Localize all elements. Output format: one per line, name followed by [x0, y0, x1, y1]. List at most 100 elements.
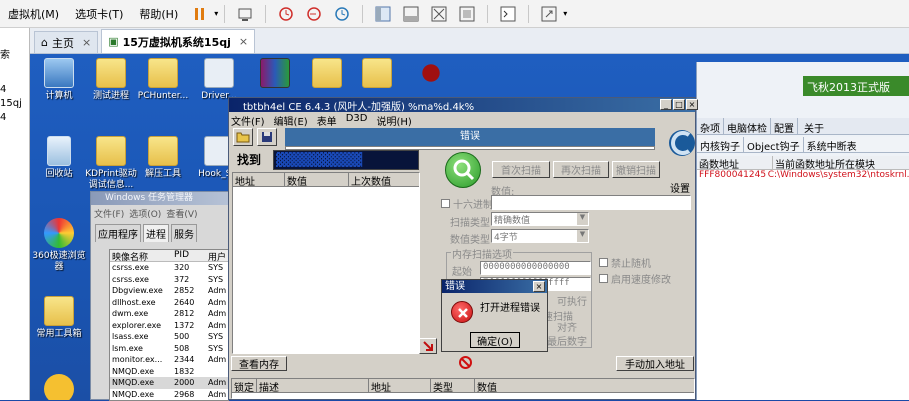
desktop-icon-360-browser[interactable]: 360极速浏览器: [30, 218, 88, 273]
forbidden-icon[interactable]: [459, 356, 472, 369]
unity-icon[interactable]: [458, 5, 476, 23]
desktop-icon-folder-2[interactable]: [348, 58, 406, 91]
send-keys-icon[interactable]: [236, 5, 254, 23]
stretch-icon[interactable]: [540, 5, 558, 23]
tab-object-hook[interactable]: Object钩子: [744, 137, 804, 153]
settings-link[interactable]: 设置: [670, 180, 690, 195]
desktop-icon-recycle-bin[interactable]: 回收站: [30, 136, 88, 180]
sidebar-view-icon[interactable]: [374, 5, 392, 23]
add-address-button[interactable]: 手动加入地址: [616, 356, 694, 371]
start-address-input[interactable]: 0000000000000000: [480, 261, 591, 275]
menu-view[interactable]: 查看(V): [166, 207, 197, 220]
save-button[interactable]: [257, 128, 277, 146]
column-header[interactable]: 描述: [257, 379, 369, 394]
close-icon[interactable]: ×: [82, 36, 91, 49]
close-icon[interactable]: ×: [239, 35, 248, 48]
menu-edit[interactable]: 编辑(E): [274, 113, 308, 128]
open-process-button[interactable]: [233, 128, 253, 146]
chevron-down-icon[interactable]: ▼: [577, 213, 588, 225]
pause-icon[interactable]: [191, 5, 209, 23]
table-row[interactable]: Dbgview.exe 2852 Adm: [110, 285, 228, 297]
table-row[interactable]: dllhost.exe 2640 Adm: [110, 297, 228, 309]
column-header[interactable]: 函数地址: [697, 156, 773, 171]
snapshot-manager-icon[interactable]: [333, 5, 351, 23]
column-header[interactable]: 上次数值: [349, 173, 391, 188]
desktop-icon-chat[interactable]: [30, 374, 88, 400]
library-item[interactable]: 15qj: [0, 98, 22, 109]
minimize-icon[interactable]: _: [660, 99, 672, 110]
next-scan-button[interactable]: 再次扫描: [553, 161, 609, 178]
desktop-icon-test-process[interactable]: 测试进程: [82, 58, 140, 102]
menu-vm[interactable]: 虚拟机(M): [0, 6, 67, 22]
table-row[interactable]: dwm.exe 2812 Adm: [110, 308, 228, 320]
fullscreen-icon[interactable]: [430, 5, 448, 23]
column-header[interactable]: 类型: [431, 379, 475, 394]
table-row[interactable]: lsass.exe 500 SYS: [110, 331, 228, 343]
console-icon[interactable]: [499, 5, 517, 23]
column-header[interactable]: 数值: [475, 379, 497, 394]
menu-file[interactable]: 文件(F): [231, 113, 265, 128]
tab-kernel-hook[interactable]: 内核钩子: [697, 137, 744, 153]
value-input[interactable]: [491, 195, 691, 210]
found-list[interactable]: 地址 数值 上次数值: [232, 172, 420, 354]
column-header[interactable]: 数值: [285, 173, 349, 188]
maximize-icon[interactable]: □: [673, 99, 685, 110]
view-memory-button[interactable]: 查看内存: [231, 356, 287, 371]
library-search-label[interactable]: 索: [0, 46, 10, 61]
snapshot-icon[interactable]: [277, 5, 295, 23]
value-type-select[interactable]: 4字节 ▼: [491, 229, 589, 243]
first-scan-button[interactable]: 首次扫描: [492, 161, 550, 178]
thumbnail-view-icon[interactable]: [402, 5, 420, 23]
table-row[interactable]: csrss.exe 372 SYS: [110, 274, 228, 286]
menu-help[interactable]: 说明(H): [376, 113, 411, 128]
tab-about[interactable]: 关于: [798, 118, 830, 135]
library-item[interactable]: 4: [0, 84, 6, 95]
tab-misc[interactable]: 杂项: [697, 118, 724, 135]
library-item[interactable]: 4: [0, 112, 6, 123]
tab-checkup[interactable]: 电脑体检: [724, 118, 771, 135]
desktop-icon-toolbox[interactable]: 常用工具箱: [30, 296, 88, 340]
column-header[interactable]: 当前函数地址所在模块: [773, 156, 875, 171]
menu-options[interactable]: 选项(O): [129, 207, 161, 220]
ok-button[interactable]: 确定(O): [470, 332, 520, 348]
menu-tabs[interactable]: 选项卡(T): [67, 6, 131, 22]
search-icon[interactable]: [445, 152, 481, 188]
desktop-icon-computer[interactable]: 计算机: [30, 58, 88, 102]
speedhack-checkbox[interactable]: [599, 274, 608, 283]
desktop-icon-bug[interactable]: [402, 58, 460, 91]
desktop-icon-unzip[interactable]: 解压工具: [134, 136, 192, 180]
column-header[interactable]: 用户: [208, 250, 226, 263]
column-header[interactable]: 映像名称: [110, 250, 174, 263]
close-icon[interactable]: ×: [533, 281, 545, 292]
table-row[interactable]: explorer.exe 1372 Adm: [110, 320, 228, 332]
revert-snapshot-icon[interactable]: [305, 5, 323, 23]
desktop-icon-winrar[interactable]: [246, 58, 304, 91]
tab-interrupt-table[interactable]: 系统中断表: [804, 137, 860, 153]
desktop-icon-driver[interactable]: Driver...: [190, 58, 248, 102]
table-row[interactable]: NMQD.exe 2968 Adm: [110, 389, 228, 401]
column-header[interactable]: 锁定: [232, 379, 257, 394]
hex-checkbox[interactable]: [441, 199, 450, 208]
tab-config[interactable]: 配置: [771, 118, 798, 135]
menu-table[interactable]: 表单: [317, 113, 337, 128]
close-icon[interactable]: ×: [686, 99, 698, 110]
table-row[interactable]: FFF800041245F8 C:\Windows\system32\ntosk…: [697, 170, 909, 183]
disable-random-checkbox[interactable]: [599, 258, 608, 267]
column-header[interactable]: PID: [174, 250, 208, 261]
menu-d3d[interactable]: D3D: [346, 113, 368, 128]
column-header[interactable]: 地址: [369, 379, 431, 394]
table-row[interactable]: csrss.exe 320 SYS: [110, 262, 228, 274]
column-header[interactable]: 地址: [233, 173, 285, 188]
tab-processes[interactable]: 进程: [143, 224, 169, 242]
table-row[interactable]: lsm.exe 508 SYS: [110, 343, 228, 355]
cheat-table[interactable]: 锁定 描述 地址 类型 数值: [231, 378, 695, 399]
tab-services[interactable]: 服务: [171, 224, 197, 242]
table-row[interactable]: NMQD.exe 2000 Adm: [110, 377, 228, 389]
tab-vm[interactable]: ▣ 15万虚拟机系统15qj ×: [101, 29, 256, 53]
menu-help[interactable]: 帮助(H): [131, 6, 186, 22]
desktop-icon-kdprint[interactable]: KDPrint驱动调试信息...: [82, 136, 140, 191]
menu-file[interactable]: 文件(F): [94, 207, 124, 220]
table-row[interactable]: monitor.ex... 2344 Adm: [110, 354, 228, 366]
scan-type-select[interactable]: 精确数值 ▼: [491, 212, 589, 226]
table-row[interactable]: NMQD.exe 1832: [110, 366, 228, 378]
